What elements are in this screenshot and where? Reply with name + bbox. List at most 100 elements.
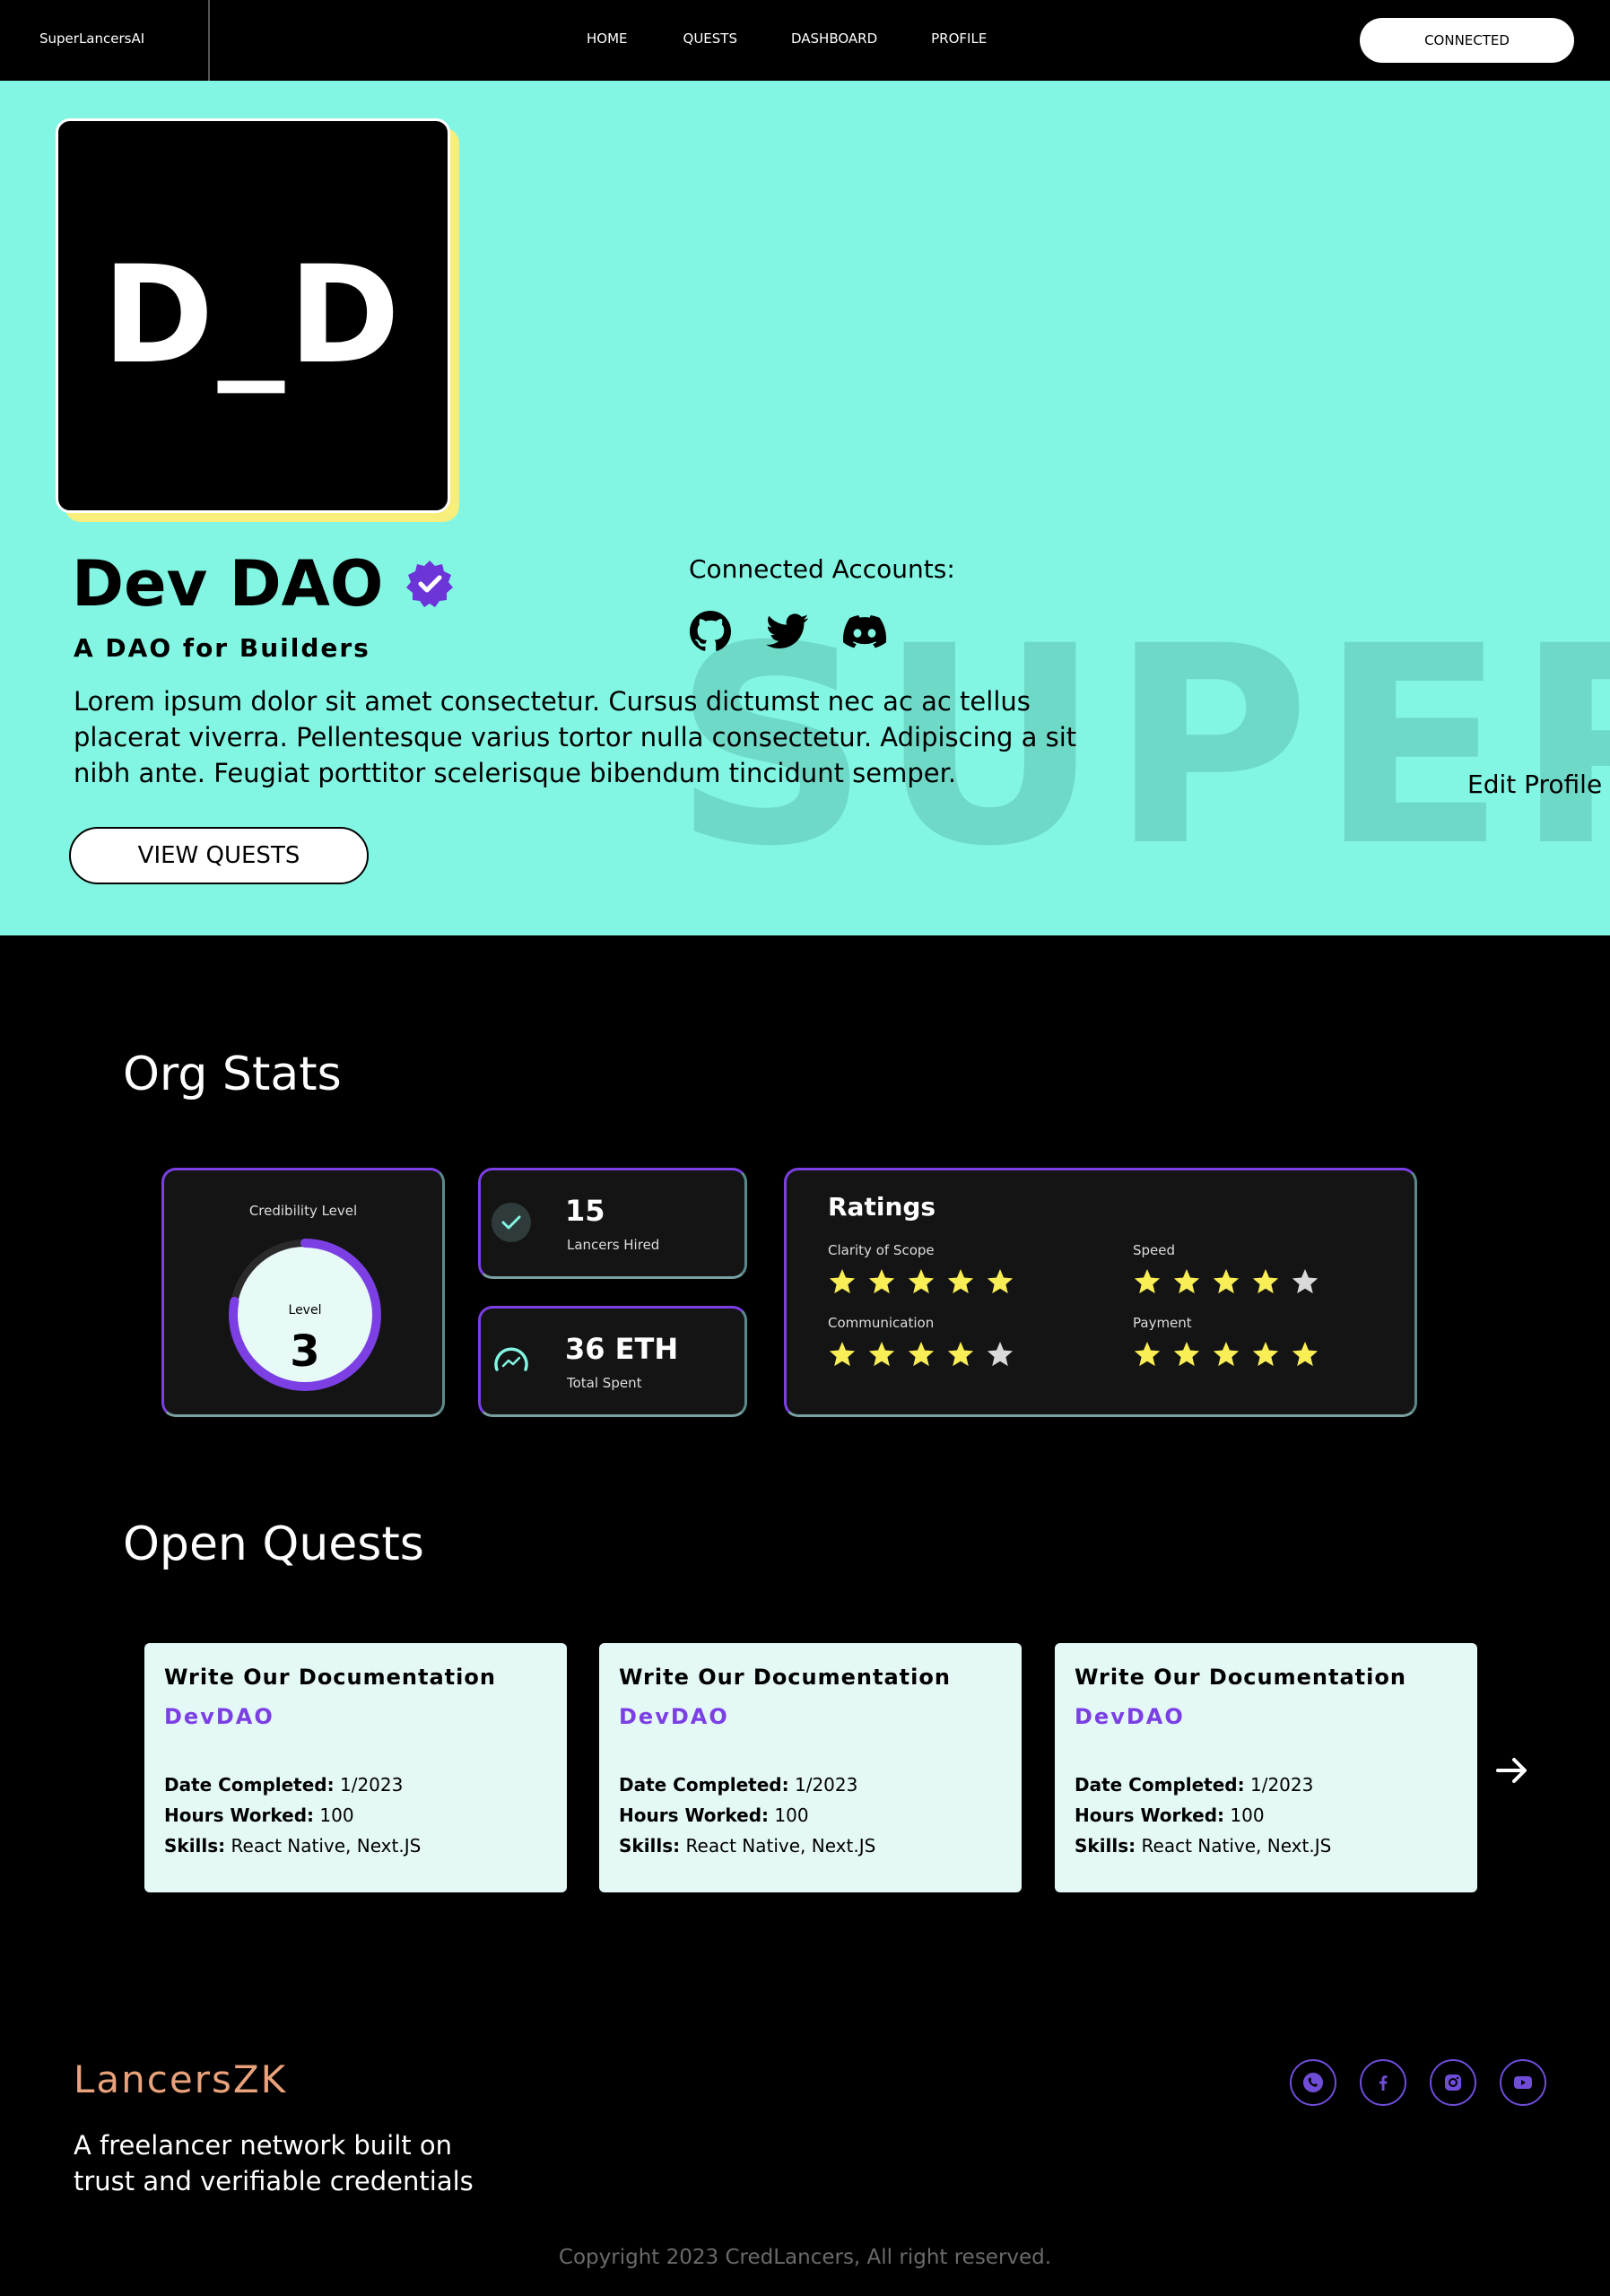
star-filled-icon: [908, 1342, 935, 1367]
quest-title: Write Our Documentation: [164, 1665, 496, 1690]
top-navbar: SuperLancersAI HOME QUESTS DASHBOARD PRO…: [0, 0, 1610, 81]
quest-date-value: 1/2023: [339, 1774, 404, 1796]
ratings-title: Ratings: [828, 1192, 936, 1222]
quest-org[interactable]: DevDAO: [619, 1704, 729, 1729]
quest-hours: Hours Worked: 100: [164, 1805, 354, 1826]
org-avatar: D_D: [56, 118, 450, 513]
star-filled-icon: [868, 1269, 895, 1294]
nav-links: HOME QUESTS DASHBOARD PROFILE: [587, 30, 1040, 47]
org-name: Dev DAO: [72, 547, 384, 621]
nav-divider: [208, 0, 210, 81]
star-filled-icon: [1292, 1342, 1318, 1367]
star-filled-icon: [987, 1269, 1014, 1294]
quest-date: Date Completed: 1/2023: [164, 1774, 403, 1796]
footer-logo[interactable]: LancersZK: [74, 2057, 287, 2101]
total-spent-value: 36 ETH: [565, 1332, 679, 1366]
org-stats-title: Org Stats: [123, 1048, 342, 1101]
open-quests-title: Open Quests: [123, 1518, 424, 1571]
quest-org[interactable]: DevDAO: [1075, 1704, 1185, 1729]
quest-skills-value: React Native, Next.JS: [231, 1835, 422, 1857]
youtube-icon[interactable]: [1500, 2059, 1546, 2106]
level-value: 3: [290, 1326, 320, 1377]
star-filled-icon: [1173, 1269, 1200, 1294]
star-empty-icon: [987, 1342, 1014, 1367]
rating-stars: [828, 1340, 1014, 1369]
quest-date: Date Completed: 1/2023: [1075, 1774, 1313, 1796]
github-icon[interactable]: [689, 610, 732, 653]
star-filled-icon: [1213, 1342, 1240, 1367]
lancers-hired-label: Lancers Hired: [567, 1237, 660, 1253]
instagram-icon[interactable]: [1430, 2059, 1476, 2106]
speedometer-icon: [494, 1347, 528, 1371]
rating-label: Communication: [828, 1315, 935, 1331]
twitter-icon[interactable]: [766, 610, 809, 653]
quest-skills: Skills: React Native, Next.JS: [619, 1835, 875, 1857]
quest-card[interactable]: Write Our Documentation DevDAO Date Comp…: [1055, 1643, 1477, 1892]
rating-stars: [828, 1267, 1014, 1296]
nav-link-quests[interactable]: QUESTS: [683, 30, 737, 47]
nav-link-profile[interactable]: PROFILE: [931, 30, 987, 47]
quest-date-label: Date Completed:: [164, 1774, 335, 1796]
nav-link-home[interactable]: HOME: [587, 30, 628, 47]
rating-label: Speed: [1133, 1242, 1176, 1258]
star-filled-icon: [908, 1269, 935, 1294]
quest-hours: Hours Worked: 100: [619, 1805, 809, 1826]
rating-label: Payment: [1133, 1315, 1192, 1331]
discord-icon[interactable]: [843, 610, 886, 653]
quest-hours-value: 100: [319, 1805, 354, 1826]
star-filled-icon: [947, 1269, 974, 1294]
quest-date-value: 1/2023: [794, 1774, 858, 1796]
profile-hero: SUPER D_D Dev DAO A DAO for Builders Lor…: [0, 81, 1610, 935]
nav-link-dashboard[interactable]: DASHBOARD: [791, 30, 877, 47]
quest-hours-label: Hours Worked:: [619, 1805, 770, 1826]
quest-title: Write Our Documentation: [1075, 1665, 1406, 1690]
footer-socials: [1290, 2059, 1546, 2106]
quest-hours-label: Hours Worked:: [164, 1805, 315, 1826]
total-spent-label: Total Spent: [567, 1375, 642, 1391]
star-filled-icon: [1134, 1269, 1161, 1294]
rating-label: Clarity of Scope: [828, 1242, 935, 1258]
brand-name[interactable]: SuperLancersAI: [39, 30, 144, 47]
star-filled-icon: [1252, 1342, 1279, 1367]
rating-payment: Payment: [1133, 1315, 1319, 1369]
phone-icon[interactable]: [1290, 2059, 1336, 2106]
connected-accounts-label: Connected Accounts:: [689, 554, 955, 584]
check-circle-icon: [492, 1203, 531, 1242]
edit-profile-link[interactable]: Edit Profile: [1467, 770, 1602, 799]
quest-skills-label: Skills:: [164, 1835, 226, 1857]
star-filled-icon: [868, 1342, 895, 1367]
quest-hours-label: Hours Worked:: [1075, 1805, 1225, 1826]
rating-clarity: Clarity of Scope: [828, 1242, 1014, 1296]
quest-hours: Hours Worked: 100: [1075, 1805, 1265, 1826]
quest-date-label: Date Completed:: [619, 1774, 789, 1796]
org-name-row: Dev DAO: [72, 547, 455, 621]
quest-card[interactable]: Write Our Documentation DevDAO Date Comp…: [144, 1643, 567, 1892]
quest-skills-value: React Native, Next.JS: [1141, 1835, 1332, 1857]
avatar-text: D_D: [101, 238, 405, 394]
quest-skills-label: Skills:: [619, 1835, 681, 1857]
quest-skills: Skills: React Native, Next.JS: [1075, 1835, 1331, 1857]
quest-org[interactable]: DevDAO: [164, 1704, 274, 1729]
org-tagline: A DAO for Builders: [74, 633, 370, 663]
quest-date: Date Completed: 1/2023: [619, 1774, 857, 1796]
lancers-hired-value: 15: [565, 1194, 605, 1228]
quest-title: Write Our Documentation: [619, 1665, 951, 1690]
quest-card[interactable]: Write Our Documentation DevDAO Date Comp…: [599, 1643, 1022, 1892]
rating-speed: Speed: [1133, 1242, 1319, 1296]
quest-skills-label: Skills:: [1075, 1835, 1136, 1857]
lancers-hired-card: 15 Lancers Hired: [478, 1168, 747, 1279]
facebook-icon[interactable]: [1360, 2059, 1406, 2106]
rating-communication: Communication: [828, 1315, 1014, 1369]
view-quests-button[interactable]: VIEW QUESTS: [69, 827, 369, 884]
connected-button[interactable]: CONNECTED: [1360, 18, 1574, 63]
org-description: Lorem ipsum dolor sit amet consectetur. …: [74, 686, 1077, 788]
quest-skills-value: React Native, Next.JS: [685, 1835, 876, 1857]
arrow-right-icon[interactable]: [1494, 1752, 1530, 1788]
star-empty-icon: [1292, 1269, 1318, 1294]
star-filled-icon: [1252, 1269, 1279, 1294]
footer-tagline: A freelancer network built on trust and …: [74, 2130, 474, 2196]
level-label: Level: [288, 1303, 322, 1318]
star-filled-icon: [947, 1342, 974, 1367]
quest-skills: Skills: React Native, Next.JS: [164, 1835, 421, 1857]
quest-date-value: 1/2023: [1249, 1774, 1314, 1796]
